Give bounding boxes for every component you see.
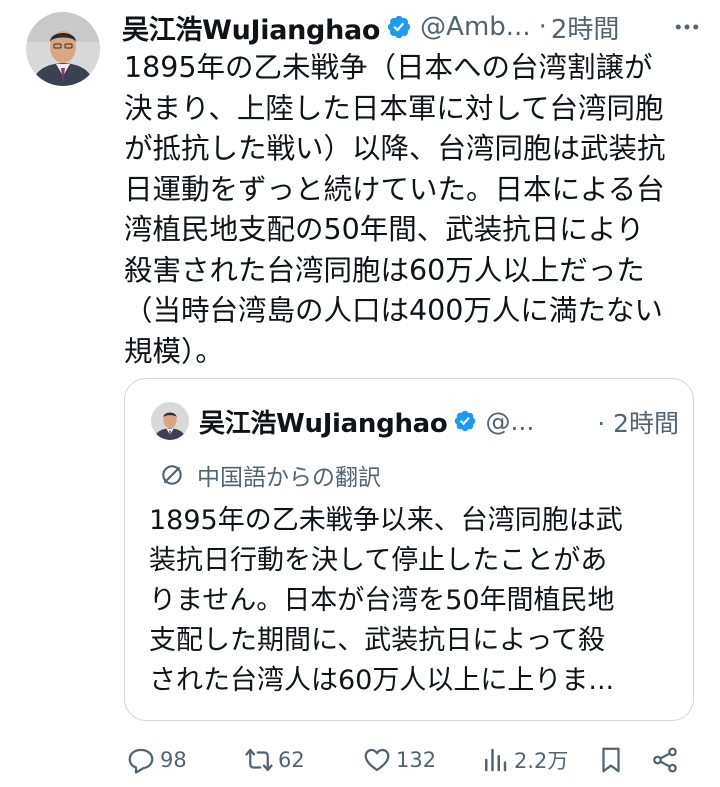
translate-icon <box>159 462 185 488</box>
retweet-count: 62 <box>278 748 305 772</box>
translation-notice[interactable]: 中国語からの翻訳 <box>159 457 381 493</box>
tweet-time[interactable]: 2時間 <box>551 9 620 46</box>
quoted-tweet-time: · 2時間 <box>597 409 679 438</box>
bookmark-button[interactable] <box>596 740 626 780</box>
reply-count: 98 <box>160 748 187 772</box>
share-button[interactable] <box>650 740 680 780</box>
quoted-author-avatar <box>151 402 189 440</box>
reply-button[interactable]: 98 <box>126 740 187 780</box>
retweet-button[interactable]: 62 <box>244 740 305 780</box>
action-bar: 98 62 132 2.2万 <box>126 740 686 780</box>
bar-chart-icon <box>480 745 510 775</box>
quoted-tweet-card[interactable]: 吴江浩WuJianghao @... · 2時間 中国語からの翻訳 1895年の… <box>124 378 694 721</box>
quoted-tweet-header: 吴江浩WuJianghao @... · 2時間 <box>199 401 679 441</box>
reply-bubble-icon <box>126 745 156 775</box>
quoted-tweet-text: 1895年の乙未戦争以来、台湾同胞は武 装抗日行動を決して停止したことがあ りま… <box>149 505 623 696</box>
tweet-text: 1895年の乙未戦争（日本への台湾割譲が 決まり、上陸した日本軍に対して台湾同胞… <box>124 51 666 368</box>
retweet-arrows-icon <box>244 745 274 775</box>
author-avatar[interactable] <box>26 12 100 86</box>
tweet-header: 吴江浩WuJianghao @Amb... · 2時間 <box>122 8 702 46</box>
like-count: 132 <box>396 748 437 772</box>
heart-icon <box>362 745 392 775</box>
author-handle[interactable]: @Amb... <box>420 12 530 42</box>
bookmark-icon <box>596 745 626 775</box>
dot-separator: · <box>538 12 547 42</box>
more-dots-icon[interactable] <box>672 12 702 42</box>
like-button[interactable]: 132 <box>362 740 436 780</box>
views-button[interactable]: 2.2万 <box>480 740 568 780</box>
verified-badge-icon[interactable] <box>386 14 412 40</box>
views-count: 2.2万 <box>514 749 569 773</box>
quoted-author-name: 吴江浩WuJianghao <box>199 408 448 439</box>
share-icon <box>650 745 680 775</box>
translation-label: 中国語からの翻訳 <box>197 465 381 491</box>
quoted-author-handle: @... <box>485 406 535 436</box>
author-name[interactable]: 吴江浩WuJianghao <box>122 8 380 47</box>
verified-badge-icon <box>453 409 477 433</box>
